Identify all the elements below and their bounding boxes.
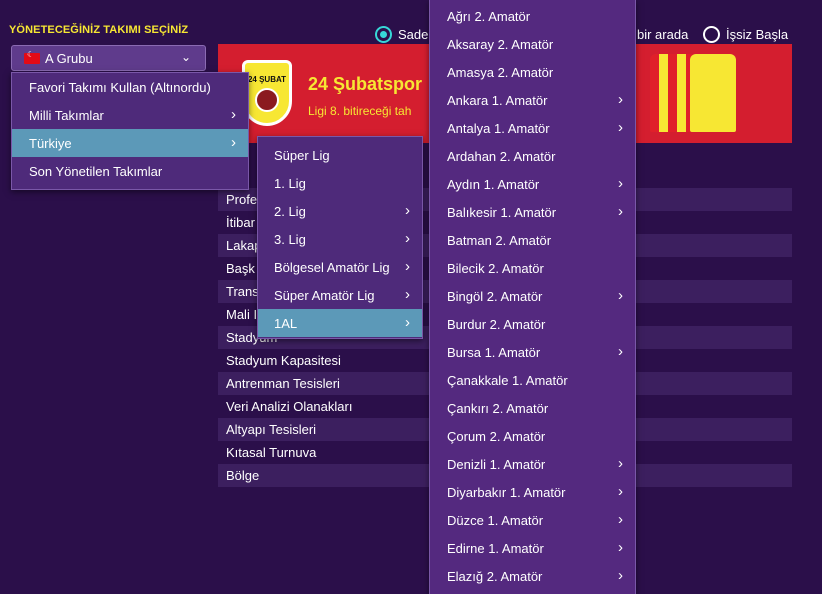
- radio-label: bir arada: [637, 26, 689, 42]
- page-title: YÖNETECEĞİNİZ TAKIMI SEÇİNİZ: [9, 24, 189, 36]
- chevron-right-icon: ›: [405, 202, 410, 219]
- team-expectation: Ligi 8. bitireceği tah: [308, 104, 412, 118]
- radio-option-issiz-basla[interactable]: İşsiz Başla: [703, 24, 788, 44]
- chevron-right-icon: ›: [405, 230, 410, 247]
- menu-item-3-lig[interactable]: 3. Lig ›: [258, 225, 422, 253]
- chevron-right-icon: ›: [618, 455, 623, 472]
- menu-item-1-lig[interactable]: 1. Lig: [258, 169, 422, 197]
- radio-label: Sade: [398, 26, 429, 42]
- menu-item-canakkale-1-amator[interactable]: Çanakkale 1. Amatör: [430, 366, 635, 394]
- chevron-right-icon: ›: [618, 483, 623, 500]
- menu-item-duzce-1-amator[interactable]: Düzce 1. Amatör ›: [430, 506, 635, 534]
- chevron-right-icon: ›: [618, 119, 623, 136]
- menu-item-agri-2-amator[interactable]: Ağrı 2. Amatör: [430, 2, 635, 30]
- menu-item-antalya-1-amator[interactable]: Antalya 1. Amatör ›: [430, 114, 635, 142]
- chevron-right-icon: ›: [618, 343, 623, 360]
- chevron-right-icon: ›: [618, 511, 623, 528]
- chevron-right-icon: ›: [618, 567, 623, 584]
- team-crest-icon: 24 ŞUBAT: [242, 60, 292, 126]
- menu-item-ardahan-2-amator[interactable]: Ardahan 2. Amatör: [430, 142, 635, 170]
- menu-item-ankara-1-amator[interactable]: Ankara 1. Amatör ›: [430, 86, 635, 114]
- menu-item-diyarbakir-1-amator[interactable]: Diyarbakır 1. Amatör ›: [430, 478, 635, 506]
- menu-item-bilecik-2-amator[interactable]: Bilecik 2. Amatör: [430, 254, 635, 282]
- chevron-right-icon: ›: [618, 287, 623, 304]
- radio-label: İşsiz Başla: [726, 26, 789, 42]
- menu-item-balikesir-1-amator[interactable]: Balıkesir 1. Amatör ›: [430, 198, 635, 226]
- menu-item-turkiye[interactable]: Türkiye ›: [12, 129, 248, 157]
- menu-item-2-lig[interactable]: 2. Lig ›: [258, 197, 422, 225]
- chevron-right-icon: ›: [405, 314, 410, 331]
- menu-item-bolgesel-amator-lig[interactable]: Bölgesel Amatör Lig ›: [258, 253, 422, 281]
- chevron-right-icon: ›: [231, 106, 236, 123]
- chevron-right-icon: ›: [618, 539, 623, 556]
- chevron-right-icon: ›: [405, 286, 410, 303]
- menu-item-batman-2-amator[interactable]: Batman 2. Amatör: [430, 226, 635, 254]
- chevron-right-icon: ›: [231, 134, 236, 151]
- regional-amateur-menu: Ağrı 2. Amatör Aksaray 2. Amatör Amasya …: [429, 0, 636, 594]
- menu-item-bingol-2-amator[interactable]: Bingöl 2. Amatör ›: [430, 282, 635, 310]
- radio-option-bir-arada[interactable]: bir arada: [637, 24, 688, 44]
- menu-item-corum-2-amator[interactable]: Çorum 2. Amatör: [430, 422, 635, 450]
- group-dropdown-value: A Grubu: [45, 50, 93, 66]
- menu-item-super-lig[interactable]: Süper Lig: [258, 141, 422, 169]
- menu-item-1al[interactable]: 1AL ›: [258, 309, 422, 337]
- menu-item-burdur-2-amator[interactable]: Burdur 2. Amatör: [430, 310, 635, 338]
- menu-item-super-amator-lig[interactable]: Süper Amatör Lig ›: [258, 281, 422, 309]
- chevron-right-icon: ›: [618, 175, 623, 192]
- chevron-right-icon: ›: [405, 258, 410, 275]
- menu-item-aydin-1-amator[interactable]: Aydın 1. Amatör ›: [430, 170, 635, 198]
- league-menu: Süper Lig 1. Lig 2. Lig › 3. Lig › Bölgese…: [257, 136, 423, 339]
- menu-item-favorite-team[interactable]: Favori Takımı Kullan (Altınordu): [12, 73, 248, 101]
- menu-item-national-teams[interactable]: Milli Takımlar ›: [12, 101, 248, 129]
- chevron-right-icon: ›: [618, 91, 623, 108]
- radio-option-sade[interactable]: Sade: [375, 24, 428, 44]
- radio-unselected-icon[interactable]: [703, 25, 720, 43]
- radio-selected-icon[interactable]: [375, 25, 392, 43]
- menu-item-denizli-1-amator[interactable]: Denizli 1. Amatör ›: [430, 450, 635, 478]
- menu-item-cankiri-2-amator[interactable]: Çankırı 2. Amatör: [430, 394, 635, 422]
- chevron-down-icon: ⌄: [180, 50, 191, 64]
- menu-item-amasya-2-amator[interactable]: Amasya 2. Amatör: [430, 58, 635, 86]
- menu-item-bursa-1-amator[interactable]: Bursa 1. Amatör ›: [430, 338, 635, 366]
- turkey-flag-icon: [24, 50, 40, 64]
- menu-item-elazig-2-amator[interactable]: Elazığ 2. Amatör ›: [430, 562, 635, 590]
- team-source-menu: Favori Takımı Kullan (Altınordu) Milli T…: [11, 72, 249, 190]
- team-name: 24 Şubatspor: [308, 74, 423, 94]
- group-dropdown[interactable]: A Grubu ⌄: [11, 45, 206, 71]
- chevron-right-icon: ›: [618, 203, 623, 220]
- menu-item-recent-teams[interactable]: Son Yönetilen Takımlar: [12, 157, 248, 185]
- menu-item-edirne-1-amator[interactable]: Edirne 1. Amatör ›: [430, 534, 635, 562]
- away-kit-icon: [690, 54, 736, 132]
- menu-item-aksaray-2-amator[interactable]: Aksaray 2. Amatör: [430, 30, 635, 58]
